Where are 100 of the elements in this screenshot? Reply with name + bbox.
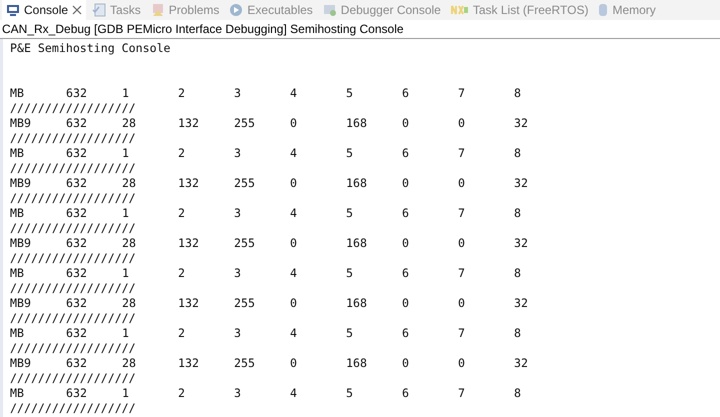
output-value: 0 xyxy=(458,176,465,190)
separator-line: ////////////////// xyxy=(10,341,136,356)
tab[interactable]: Tasks xyxy=(88,0,145,20)
output-value: 132 xyxy=(178,296,199,310)
output-value: 632 xyxy=(66,116,87,130)
output-value: 0 xyxy=(402,176,409,190)
output-value: 6 xyxy=(402,266,409,280)
output-value: 6 xyxy=(402,146,409,160)
output-value: MB xyxy=(10,266,24,280)
output-value: 1 xyxy=(122,326,129,340)
debugger-icon xyxy=(322,3,337,17)
output-value: 632 xyxy=(66,266,87,280)
output-value: 6 xyxy=(402,86,409,100)
output-value: 8 xyxy=(514,146,521,160)
output-value: 2 xyxy=(178,86,185,100)
output-value: 2 xyxy=(178,146,185,160)
logo-icon xyxy=(450,5,469,15)
output-value: 632 xyxy=(66,206,87,220)
output-value: 632 xyxy=(66,86,87,100)
output-value: 32 xyxy=(514,176,528,190)
output-value: MB9 xyxy=(10,236,31,250)
output-value: 5 xyxy=(346,326,353,340)
output-value: 255 xyxy=(234,356,255,370)
output-value: 1 xyxy=(122,86,129,100)
output-value: MB xyxy=(10,386,24,400)
output-value: 632 xyxy=(66,146,87,160)
output-value: 0 xyxy=(458,356,465,370)
output-value: 5 xyxy=(346,86,353,100)
warning-icon xyxy=(150,3,165,17)
output-value: 132 xyxy=(178,356,199,370)
output-value: 28 xyxy=(122,296,136,310)
separator-line: ////////////////// xyxy=(10,371,136,386)
output-value: 5 xyxy=(346,206,353,220)
checklist-icon xyxy=(92,3,106,17)
output-value: MB9 xyxy=(10,296,31,310)
play-icon xyxy=(229,3,244,17)
output-value: 132 xyxy=(178,176,199,190)
output-value: 0 xyxy=(402,236,409,250)
tab[interactable]: Debugger Console xyxy=(318,0,445,20)
output-value: 28 xyxy=(122,356,136,370)
output-value: 0 xyxy=(290,236,297,250)
output-value: 632 xyxy=(66,386,87,400)
output-value: 132 xyxy=(178,116,199,130)
output-value: 632 xyxy=(66,356,87,370)
output-value: 3 xyxy=(234,386,241,400)
output-value: 0 xyxy=(458,296,465,310)
output-value: MB9 xyxy=(10,116,31,130)
output-value: 3 xyxy=(234,146,241,160)
output-value: 8 xyxy=(514,206,521,220)
output-value: 168 xyxy=(346,296,367,310)
separator-line: ////////////////// xyxy=(10,401,136,416)
output-value: 5 xyxy=(346,266,353,280)
output-value: 0 xyxy=(402,296,409,310)
tab[interactable]: Task List (FreeRTOS) xyxy=(446,0,592,20)
output-value: 168 xyxy=(346,116,367,130)
output-value: 7 xyxy=(458,146,465,160)
output-value: 0 xyxy=(290,116,297,130)
separator-line: ////////////////// xyxy=(10,131,136,146)
cylinder-icon xyxy=(598,3,608,17)
tab[interactable]: Executables xyxy=(225,0,317,20)
output-value: 7 xyxy=(458,326,465,340)
output-value: 4 xyxy=(290,206,297,220)
tab[interactable]: Problems xyxy=(146,0,224,20)
tab[interactable]: Memory xyxy=(594,0,660,20)
output-value: 255 xyxy=(234,176,255,190)
output-value: 3 xyxy=(234,266,241,280)
output-value: 3 xyxy=(234,326,241,340)
separator-line: ////////////////// xyxy=(10,281,136,296)
output-value: 4 xyxy=(290,146,297,160)
output-value: MB xyxy=(10,326,24,340)
output-value: 632 xyxy=(66,326,87,340)
output-value: 168 xyxy=(346,356,367,370)
output-value: 28 xyxy=(122,176,136,190)
output-value: 255 xyxy=(234,296,255,310)
tab[interactable]: Console xyxy=(2,0,86,20)
output-value: 4 xyxy=(290,266,297,280)
output-value: 6 xyxy=(402,326,409,340)
output-value: 1 xyxy=(122,146,129,160)
output-value: 4 xyxy=(290,386,297,400)
output-value: 8 xyxy=(514,326,521,340)
output-value: 32 xyxy=(514,116,528,130)
monitor-icon xyxy=(6,3,20,17)
output-value: 5 xyxy=(346,146,353,160)
close-icon[interactable] xyxy=(72,5,82,15)
output-value: 6 xyxy=(402,386,409,400)
output-value: 2 xyxy=(178,326,185,340)
separator-line: ////////////////// xyxy=(10,101,136,116)
output-value: 7 xyxy=(458,386,465,400)
separator-line: ////////////////// xyxy=(10,161,136,176)
separator-line: ////////////////// xyxy=(10,221,136,236)
output-value: MB9 xyxy=(10,176,31,190)
output-value: 0 xyxy=(402,116,409,130)
output-value: 3 xyxy=(234,86,241,100)
output-value: MB xyxy=(10,206,24,220)
output-value: MB9 xyxy=(10,356,31,370)
output-value: 2 xyxy=(178,266,185,280)
output-value: 0 xyxy=(458,116,465,130)
output-value: 32 xyxy=(514,236,528,250)
output-value: 255 xyxy=(234,116,255,130)
output-value: 1 xyxy=(122,206,129,220)
